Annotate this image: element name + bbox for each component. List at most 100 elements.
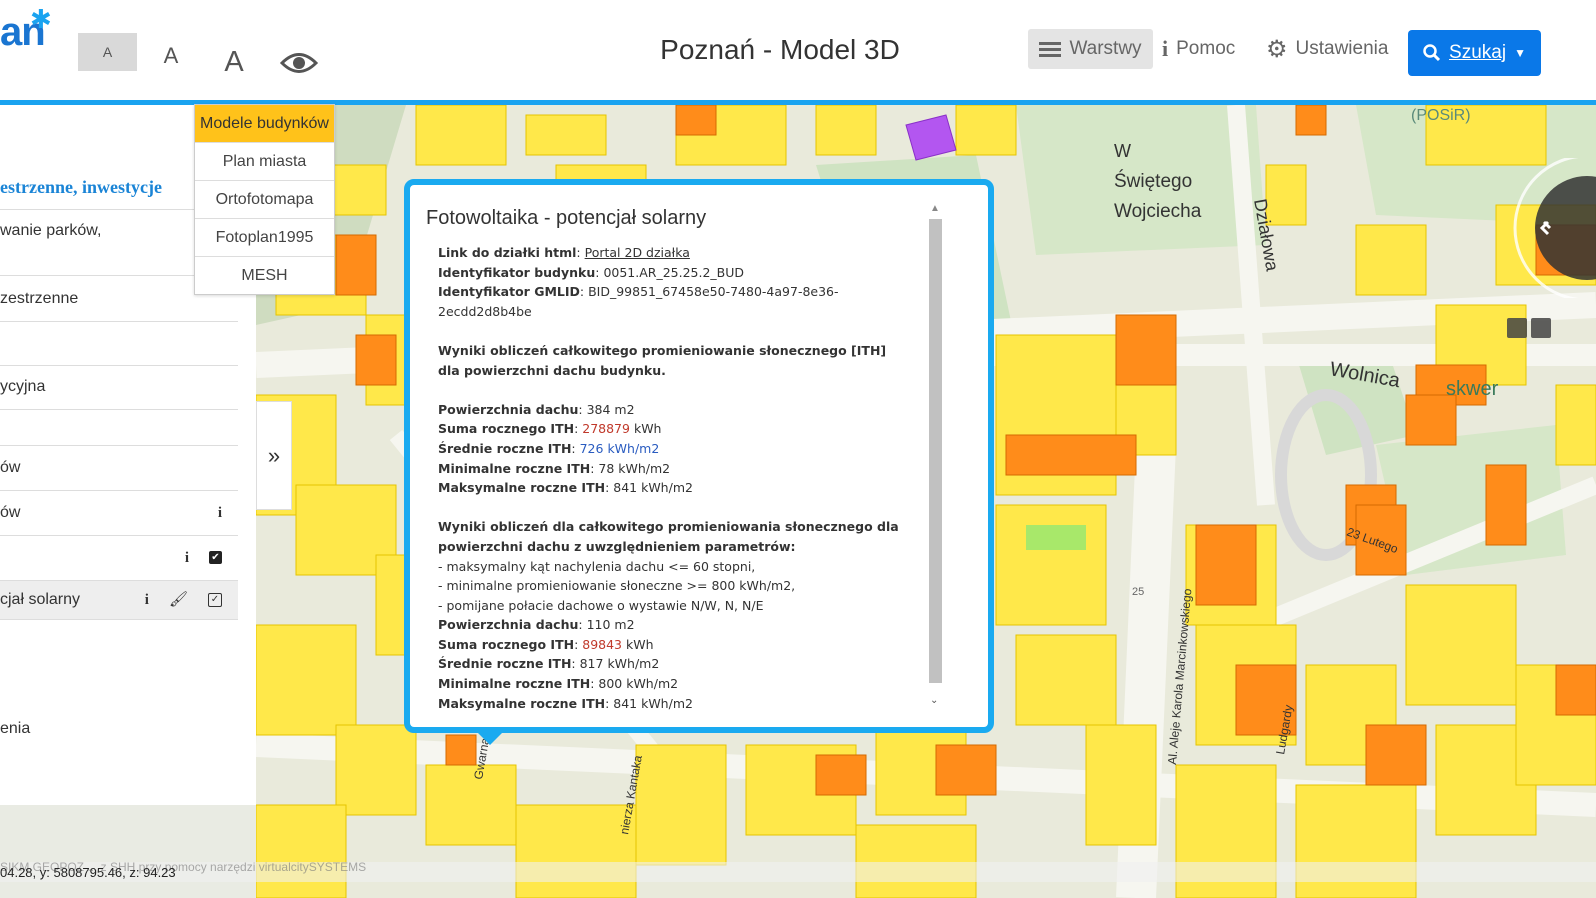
roof-area-value: 110 m2	[586, 617, 635, 633]
sidebar-item-label: cjał solarny	[0, 591, 81, 608]
font-size-small-button[interactable]: A	[78, 33, 137, 71]
font-size-large-button[interactable]: A	[214, 35, 254, 89]
caret-down-icon: ▼	[1514, 46, 1526, 60]
max-value: 841 kWh/m2	[613, 480, 693, 496]
unit-kwh: kWh	[626, 636, 654, 652]
layers-button-label: Warstwy	[1069, 38, 1142, 59]
popup-pointer	[472, 727, 508, 745]
basemap-item-models[interactable]: Modele budynków	[195, 105, 334, 143]
gmlid-value-cont: 2ecdd2d8b4be	[438, 303, 532, 319]
map-tools	[1507, 318, 1551, 338]
cursor-coordinates: 04.28, y: 5808795.46, z: 94.23	[0, 865, 176, 880]
annual-sum-label: Suma rocznego ITH	[438, 636, 575, 652]
sidebar-item-models-a[interactable]: ów	[0, 445, 238, 491]
sidebar-item-label: ów	[0, 459, 21, 476]
roof-area-label: Powierzchnia dachu	[438, 617, 579, 633]
scrollbar-thumb[interactable]	[929, 219, 942, 683]
layers-button[interactable]: Warstwy	[1028, 29, 1153, 69]
min-label: Minimalne roczne ITH	[438, 676, 591, 692]
buildings-tool-icon[interactable]	[1507, 318, 1527, 338]
section2-heading: Wyniki obliczeń dla całkowitego promieni…	[438, 519, 899, 535]
param-min-radiation: - minimalne promieniowanie słoneczne >= …	[438, 578, 796, 594]
status-bar: SIKM GEOPOZ ... z SHH przy pomocy narzęd…	[0, 860, 1596, 882]
max-label: Maksymalne roczne ITH	[438, 695, 606, 711]
sidebar-item-icons: i 🖌 ✓	[145, 581, 222, 619]
info-icon[interactable]: i	[185, 536, 189, 580]
navigation-compass[interactable]	[1500, 158, 1596, 298]
grid-tool-icon[interactable]	[1531, 318, 1551, 338]
scroll-up-arrow-icon[interactable]: ▲	[930, 203, 940, 214]
sidebar-item-investment[interactable]: ycyjna	[0, 365, 238, 410]
link-label: Link do działki html	[438, 245, 577, 260]
sidebar-item-settings[interactable]: enia	[0, 705, 238, 753]
map-label-skwer: skwer	[1446, 378, 1499, 400]
settings-button[interactable]: ⚙ Ustawienia	[1266, 29, 1388, 69]
map-label-wojciecha: Wojciecha	[1114, 201, 1202, 222]
min-value: 800 kWh/m2	[598, 676, 679, 692]
sidebar-item-label: ów	[0, 504, 21, 521]
roof-area-value: 384 m2	[586, 401, 635, 417]
gmlid-label: Identyfikator GMLID	[438, 284, 580, 300]
map-label-w: W	[1114, 141, 1131, 161]
max-label: Maksymalne roczne ITH	[438, 480, 606, 496]
sidebar-item-icons: i	[218, 491, 222, 535]
annual-sum-value: 278879	[582, 421, 630, 437]
roof-area-label: Powierzchnia dachu	[438, 401, 579, 417]
basemap-item-city-plan[interactable]: Plan miasta	[195, 143, 334, 181]
min-label: Minimalne roczne ITH	[438, 460, 591, 476]
sidebar-item-label: ycyjna	[0, 378, 46, 395]
scroll-down-arrow-icon[interactable]: ⌄	[930, 695, 938, 706]
search-button-label: Szukaj	[1449, 42, 1507, 63]
avg-value: 726 kWh/m2	[579, 440, 660, 456]
sidebar-item-label: zestrzenne	[0, 290, 79, 307]
checkbox-checked-icon[interactable]: ✔	[209, 551, 222, 564]
search-button[interactable]: Szukaj ▼	[1408, 30, 1541, 76]
info-icon: i	[1162, 36, 1169, 61]
sidebar-footer	[0, 805, 256, 898]
annual-sum-value: 89843	[582, 636, 623, 652]
popup-body: Link do działki html: Portal 2D działka …	[438, 243, 908, 713]
info-popup: Fotowoltaika - potencjał solarny Link do…	[404, 179, 994, 733]
checkbox-checked-icon[interactable]: ✓	[208, 593, 222, 607]
sidebar-item-icons: i ✔	[185, 536, 222, 580]
gear-icon: ⚙	[1266, 35, 1288, 63]
param-max-slope: - maksymalny kąt nachylenia dachu <= 60 …	[438, 558, 756, 574]
sidebar-item-label: wanie parków,	[0, 222, 102, 239]
collapse-sidebar-button[interactable]: »	[256, 401, 292, 510]
basemap-item-fotoplan1995[interactable]: Fotoplan1995	[195, 219, 334, 257]
sidebar-item-layer[interactable]: i ✔	[0, 536, 238, 581]
gmlid-value: BID_99851_67458e50-7480-4a97-8e36-	[588, 284, 839, 300]
sidebar-item-solar[interactable]: cjał solarny i 🖌 ✓	[0, 581, 238, 620]
map-label-number: 25	[1132, 586, 1144, 598]
section1-heading: Wyniki obliczeń całkowitego promieniowan…	[438, 342, 887, 358]
basemap-menu: Modele budynków Plan miasta Ortofotomapa…	[194, 104, 335, 295]
double-chevron-right-icon: »	[267, 442, 281, 468]
info-icon[interactable]: i	[218, 491, 222, 535]
basemap-item-mesh[interactable]: MESH	[195, 257, 334, 294]
popup-title: Fotowoltaika - potencjał solarny	[426, 207, 707, 229]
section1-heading-cont: dla powierzchni dachu budynku.	[438, 362, 666, 378]
basemap-item-orthophoto[interactable]: Ortofotomapa	[195, 181, 334, 219]
app-logo[interactable]: an ✱	[0, 4, 52, 55]
logo-star-icon: ✱	[30, 4, 52, 34]
help-button[interactable]: i Pomoc	[1162, 29, 1235, 69]
menu-icon	[1039, 39, 1062, 60]
popup-scrollbar[interactable]: ▲ ⌄	[926, 203, 942, 713]
annual-sum-label: Suma rocznego ITH	[438, 421, 575, 437]
brush-icon[interactable]: 🖌	[169, 581, 188, 619]
font-size-medium-button[interactable]: A	[152, 33, 190, 79]
map-label-swietego: Świętego	[1114, 170, 1192, 192]
section2-heading-cont: powierzchni dachu z uwzględnieniem param…	[438, 538, 796, 554]
avg-value: 817 kWh/m2	[579, 656, 660, 672]
page-title: Poznań - Model 3D	[660, 34, 900, 65]
info-icon[interactable]: i	[145, 581, 149, 619]
map-label-posir: (POSiR)	[1411, 107, 1471, 124]
search-icon	[1423, 44, 1441, 62]
sidebar-item-models-b[interactable]: ów i	[0, 491, 238, 536]
param-skipped-exposure: - pomijane połacie dachowe o wystawie N/…	[438, 597, 764, 613]
avg-label: Średnie roczne ITH	[438, 440, 572, 456]
contrast-eye-icon[interactable]	[280, 48, 318, 78]
settings-button-label: Ustawienia	[1295, 38, 1389, 59]
portal-2d-link[interactable]: Portal 2D działka	[585, 245, 690, 260]
sidebar-item-empty[interactable]	[0, 321, 238, 366]
